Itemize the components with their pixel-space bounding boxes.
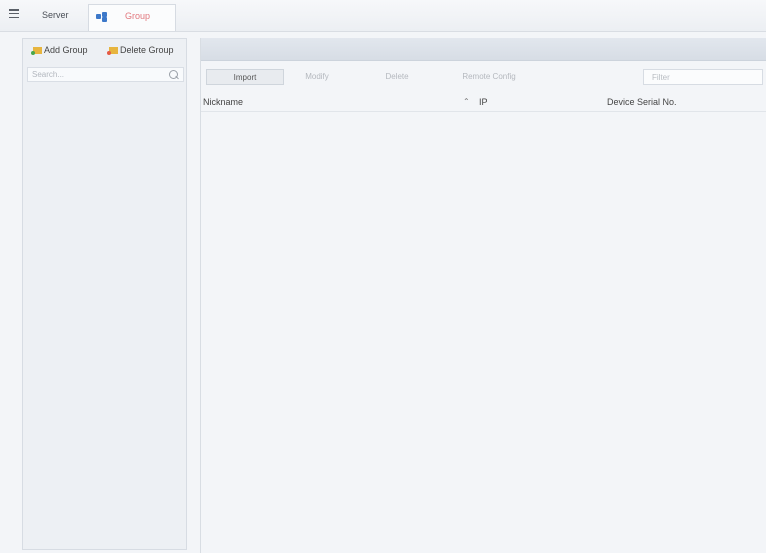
modify-button[interactable]: Modify xyxy=(293,69,341,85)
column-ip[interactable]: IP xyxy=(479,97,488,107)
column-device-serial[interactable]: Device Serial No. xyxy=(607,97,677,107)
tab-group-label: Group xyxy=(125,11,151,21)
folder-add-icon xyxy=(31,47,42,55)
tab-server[interactable]: Server xyxy=(42,10,69,20)
column-nickname[interactable]: Nickname xyxy=(203,97,243,107)
search-input[interactable] xyxy=(32,69,162,80)
group-toolbar: Add Group Delete Group xyxy=(23,39,186,63)
menu-icon[interactable] xyxy=(9,9,19,19)
tab-group[interactable]: Group xyxy=(88,4,176,31)
folder-delete-icon xyxy=(107,47,118,55)
add-group-label: Add Group xyxy=(44,45,88,55)
device-panel: Import Modify Delete Remote Config Nickn… xyxy=(200,38,766,553)
remote-config-button[interactable]: Remote Config xyxy=(453,69,525,85)
group-icon xyxy=(96,12,109,22)
filter-box xyxy=(643,69,763,85)
add-group-button[interactable]: Add Group xyxy=(31,45,88,55)
import-button[interactable]: Import xyxy=(206,69,284,85)
panel-header xyxy=(201,38,766,61)
group-panel: Add Group Delete Group xyxy=(22,38,187,550)
delete-group-label: Delete Group xyxy=(120,45,174,55)
filter-input[interactable] xyxy=(644,70,762,84)
action-bar: Import Modify Delete Remote Config xyxy=(201,69,766,86)
top-bar: Server Group xyxy=(0,0,766,32)
search-icon[interactable] xyxy=(169,70,178,79)
sort-icon[interactable]: ⌃ xyxy=(463,97,470,106)
search-box xyxy=(27,67,184,82)
table-header: Nickname ⌃ IP Device Serial No. xyxy=(201,94,766,112)
delete-group-button[interactable]: Delete Group xyxy=(107,45,174,55)
delete-button[interactable]: Delete xyxy=(373,69,421,85)
